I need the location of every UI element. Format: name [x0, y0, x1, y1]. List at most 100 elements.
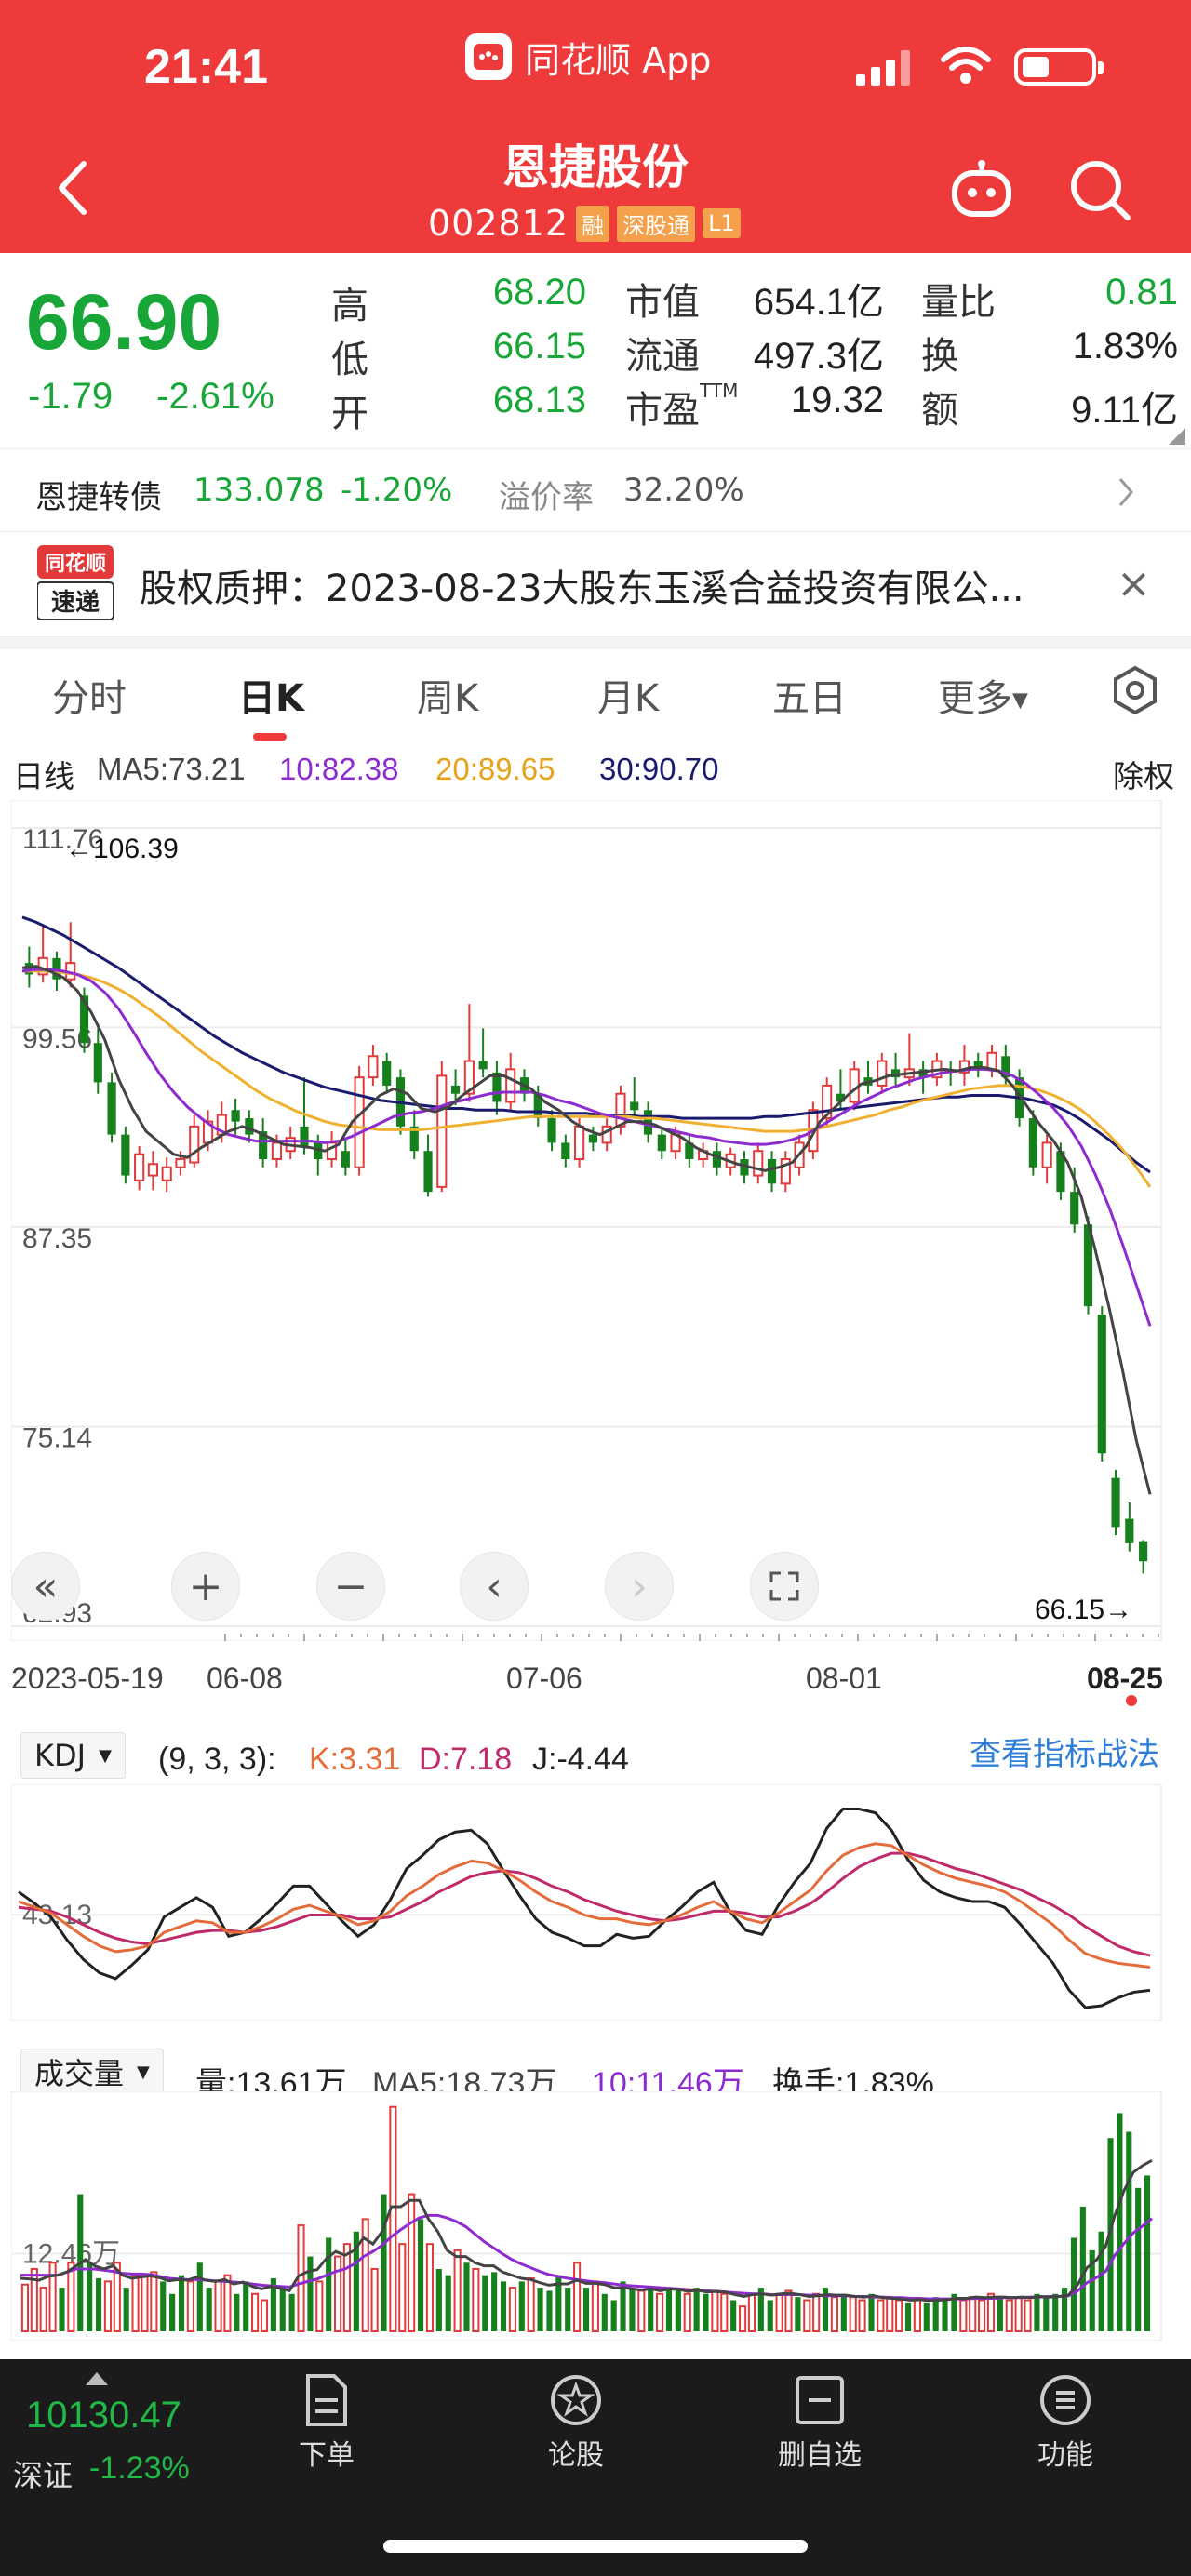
nav-order[interactable]: 下单 [257, 2372, 396, 2473]
candle-body [121, 1134, 130, 1176]
candle-body [1041, 1141, 1052, 1168]
label-turnover: 换 [921, 335, 958, 378]
home-indicator[interactable] [383, 2540, 808, 2553]
volume-bar [472, 2267, 480, 2332]
tab-intraday[interactable]: 分时 [52, 668, 127, 722]
value-turnover: 1.83% [1072, 326, 1178, 367]
volume-bar [895, 2299, 903, 2332]
tab-weekly-k[interactable]: 周K [417, 668, 478, 722]
fullscreen-glyph [769, 1571, 799, 1601]
expand-corner-icon[interactable] [1169, 428, 1185, 445]
kdj-j: J:-4.44 [532, 1742, 629, 1777]
tab-monthly-k[interactable]: 月K [597, 668, 659, 722]
ma20-value: 20:89.65 [435, 752, 555, 786]
candle-body [1097, 1314, 1106, 1454]
convertible-bond-row[interactable]: 恩捷转债 133.078 -1.20% 溢价率 32.20% [0, 448, 1191, 532]
candle-body [175, 1157, 186, 1168]
tab-five-day[interactable]: 五日 [772, 668, 847, 722]
volume-bar [508, 2287, 516, 2333]
app-indicator: 同花顺 App [465, 33, 711, 81]
news-banner[interactable]: 同花顺 速递 股权质押：2023-08-23大股东玉溪合益投资有限公... × [0, 532, 1191, 634]
robot-assistant-icon[interactable] [949, 160, 1014, 220]
volume-bar [747, 2292, 756, 2332]
tab-more[interactable]: 更多▼ [938, 668, 1028, 722]
volume-bar [307, 2256, 314, 2331]
min-annotation: 66.15→ [1035, 1595, 1132, 1625]
indicator-selector-kdj[interactable]: KDJ ▼ [20, 1732, 126, 1779]
volume-bar [675, 2290, 681, 2331]
news-logo-top: 同花顺 [45, 552, 106, 576]
label-pe-text: 市盈 [625, 389, 700, 432]
nav-remove-watchlist[interactable]: 删自选 [750, 2372, 890, 2473]
volume-bar [932, 2297, 939, 2331]
candle-body [341, 1151, 350, 1168]
volume-bar [178, 2275, 185, 2331]
current-date-dot [1126, 1695, 1137, 1706]
ma-label: 日线 [13, 759, 74, 794]
status-time: 21:41 [144, 40, 268, 94]
tag-connect: 深股通 [617, 205, 696, 242]
pan-left-button[interactable]: ‹ [460, 1552, 529, 1621]
volume-bar [425, 2243, 434, 2332]
volume-bar [527, 2277, 535, 2332]
zoom-out-fast-button[interactable]: « [11, 1552, 80, 1621]
bond-change: -1.20% [341, 472, 453, 509]
volume-chart[interactable]: 12.46万 [11, 2091, 1180, 2341]
news-flash-logo: 同花顺 速递 [37, 545, 114, 620]
fullscreen-icon[interactable] [750, 1552, 819, 1621]
settings-hexagon-icon[interactable] [1109, 664, 1161, 716]
indicator-selector-volume[interactable]: 成交量 ▼ [20, 2049, 164, 2095]
price-change: -1.79 [28, 376, 114, 417]
label-amount: 额 [921, 389, 958, 432]
volume-bar [877, 2299, 885, 2332]
volume-bar [491, 2272, 498, 2331]
volume-bar [730, 2300, 737, 2331]
zoom-out-button[interactable]: − [316, 1552, 385, 1621]
volume-bar [683, 2292, 691, 2332]
y-tick-label: 75.14 [22, 1422, 92, 1453]
volume-bar [1034, 2293, 1040, 2331]
tab-daily-k[interactable]: 日K [238, 668, 304, 722]
volume-bar [840, 2293, 847, 2331]
volume-bar [20, 2283, 30, 2333]
indicator-strategy-link[interactable]: 查看指标战法 [970, 1728, 1159, 1774]
candlestick-chart[interactable]: 111.7699.5687.3575.1462.93←106.3966.15→ [11, 800, 1180, 1641]
volume-bar [408, 2193, 416, 2332]
volume-bar [1052, 2293, 1059, 2331]
date-label-1: 06-08 [207, 1662, 283, 1695]
pan-right-button[interactable]: › [605, 1552, 674, 1621]
close-icon[interactable]: × [1117, 560, 1151, 607]
volume-bar [886, 2296, 894, 2332]
minus-square-icon [796, 2376, 844, 2424]
volume-bar [87, 2262, 93, 2331]
index-value[interactable]: 10130.47 [26, 2395, 181, 2436]
date-label-2: 07-06 [506, 1662, 582, 1695]
nav-discuss[interactable]: 论股 [506, 2372, 646, 2473]
volume-bar [803, 2299, 811, 2332]
candle-body [547, 1118, 556, 1143]
ma5-value: MA5:73.21 [97, 752, 246, 786]
label-float: 流通 [625, 335, 700, 378]
menu-circle-icon [1040, 2375, 1091, 2425]
index-up-triangle-icon[interactable] [86, 2372, 108, 2385]
volume-bar [1126, 2131, 1132, 2331]
volume-bar [537, 2288, 543, 2331]
volume-bar [435, 2268, 442, 2331]
volume-bar [389, 2105, 397, 2333]
search-icon[interactable] [1068, 158, 1133, 223]
volume-bar [279, 2288, 286, 2331]
volume-bar [398, 2243, 407, 2332]
volume-bar [381, 2194, 387, 2331]
zoom-in-button[interactable]: + [171, 1552, 240, 1621]
label-low: 低 [331, 339, 368, 381]
volume-bar [1014, 2296, 1023, 2332]
volume-bar [739, 2305, 747, 2333]
adjust-toggle[interactable]: 除权 [1113, 752, 1174, 796]
kdj-chart[interactable]: 43.13 [11, 1784, 1180, 2021]
volume-bar [711, 2289, 719, 2332]
volume-bar [858, 2299, 866, 2332]
candle-body [231, 1110, 240, 1122]
volume-bar [849, 2296, 857, 2332]
nav-functions[interactable]: 功能 [996, 2372, 1135, 2473]
bond-name: 恩捷转债 [35, 479, 162, 516]
